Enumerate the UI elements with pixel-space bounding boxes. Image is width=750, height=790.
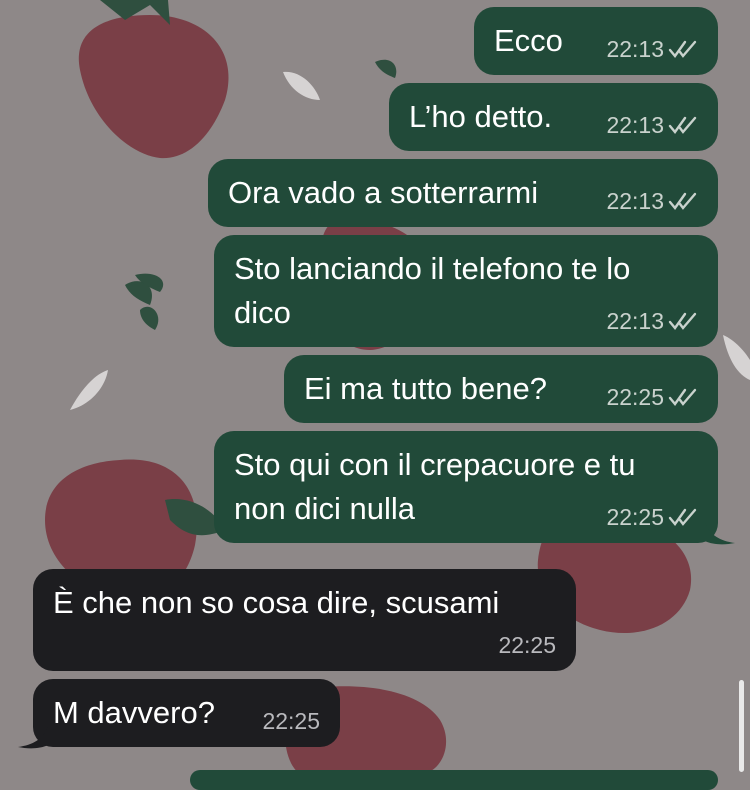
message-time: 22:13 (606, 36, 664, 62)
message-time: 22:25 (606, 504, 664, 530)
message-bubble-outgoing[interactable]: Sto lanciando il telefono te lo dico 22:… (214, 235, 718, 347)
double-check-icon (668, 192, 697, 210)
message-bubble-outgoing[interactable]: Ora vado a sotterrarmi 22:13 (208, 159, 718, 227)
message-meta: 22:13 (606, 111, 698, 139)
message-bubble-outgoing[interactable]: Ecco 22:13 (474, 7, 718, 75)
message-bubble-outgoing[interactable]: Sto qui con il crepacuore e tu non dici … (214, 431, 718, 543)
double-check-icon (668, 116, 697, 134)
message-time: 22:25 (606, 384, 664, 410)
message-meta: 22:25 (498, 631, 556, 659)
message-meta: 22:25 (606, 503, 698, 531)
message-meta: 22:13 (606, 307, 698, 335)
message-bubble-incoming[interactable]: È che non so cosa dire, scusami 22:25 (33, 569, 576, 671)
double-check-icon (668, 312, 697, 330)
message-bubble-outgoing[interactable]: Ei ma tutto bene? 22:25 (284, 355, 718, 423)
message-meta: 22:13 (606, 35, 698, 63)
message-text: È che non so cosa dire, scusami (53, 585, 500, 620)
message-meta: 22:13 (606, 187, 698, 215)
message-bubble-incoming[interactable]: M davvero? 22:25 (33, 679, 340, 747)
strawberry-icon (78, 0, 229, 159)
message-time: 22:13 (606, 188, 664, 214)
message-meta: 22:25 (606, 383, 698, 411)
message-time: 22:25 (498, 632, 556, 658)
double-check-icon (668, 508, 697, 526)
scrollbar[interactable] (739, 680, 744, 772)
message-bubble-outgoing[interactable]: L’ho detto. 22:13 (389, 83, 718, 151)
message-meta: 22:25 (262, 707, 320, 735)
bubble-tail (18, 727, 48, 749)
message-time: 22:13 (606, 308, 664, 334)
double-check-icon (668, 388, 697, 406)
message-time: 22:13 (606, 112, 664, 138)
message-time: 22:25 (262, 708, 320, 734)
double-check-icon (668, 40, 697, 58)
bubble-tail (705, 523, 735, 545)
message-bubble-outgoing-partial (190, 770, 718, 790)
